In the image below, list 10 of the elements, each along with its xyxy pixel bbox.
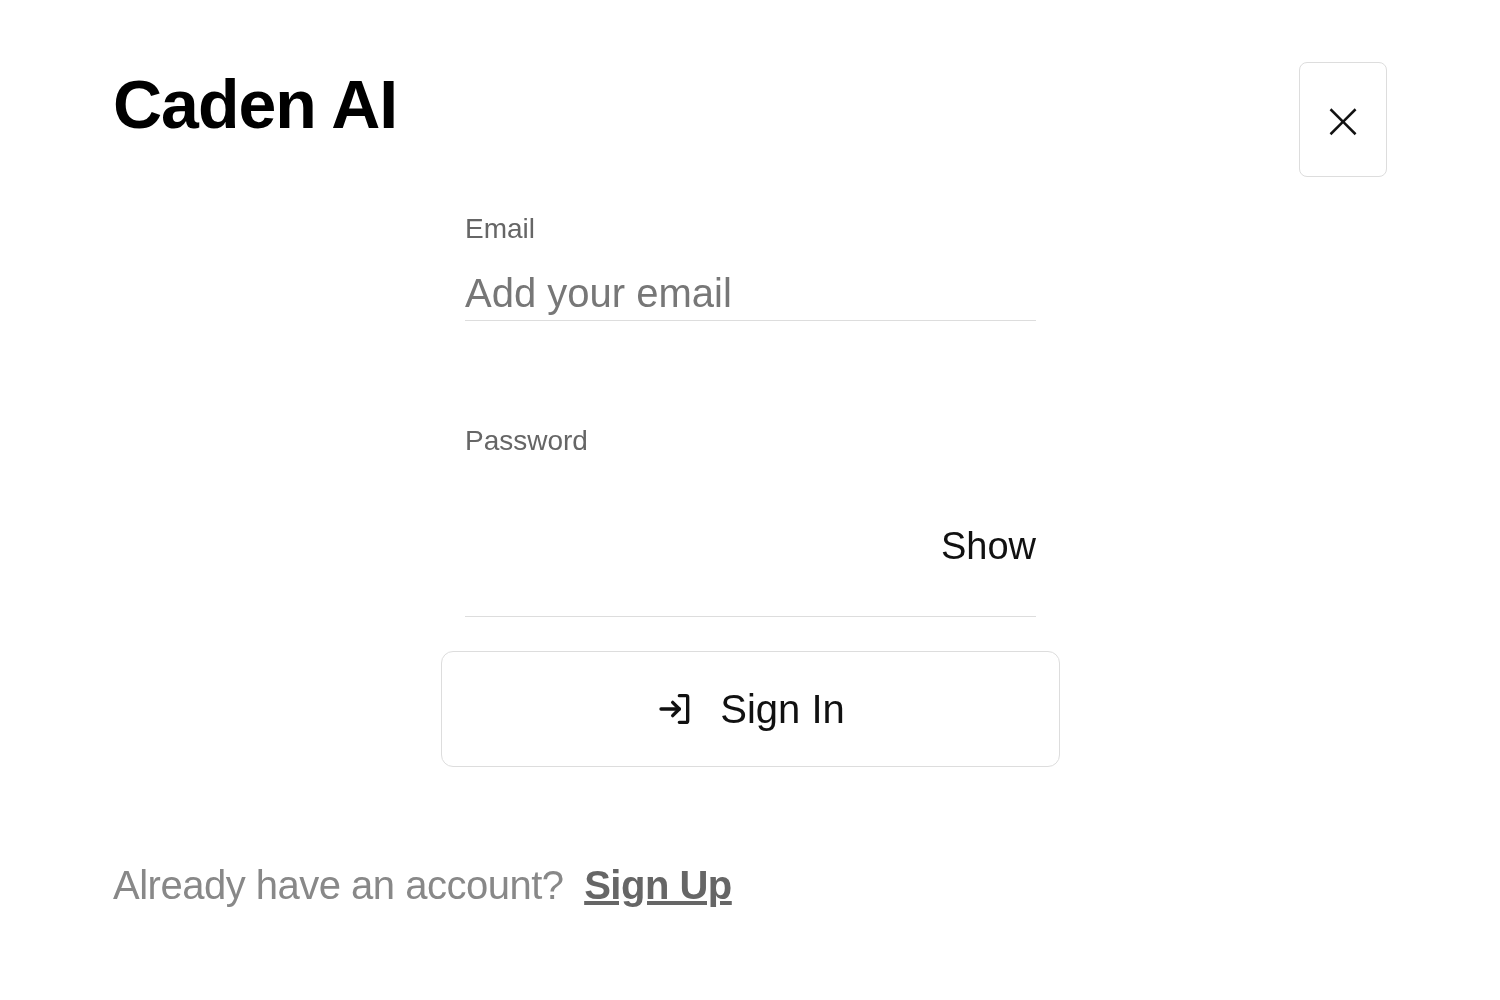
app-title: Caden AI [113, 70, 398, 138]
email-label: Email [465, 213, 536, 245]
password-field[interactable]: Show [465, 457, 1036, 617]
password-label: Password [465, 425, 589, 457]
show-password-toggle[interactable]: Show [940, 525, 1036, 568]
sign-in-button[interactable]: Sign In [441, 651, 1060, 767]
close-button[interactable]: × [1299, 62, 1387, 177]
account-prompt: Already have an account? [113, 863, 564, 907]
sign-up-link[interactable]: Sign Up [584, 863, 732, 907]
email-field[interactable]: Add your email [465, 245, 1036, 321]
